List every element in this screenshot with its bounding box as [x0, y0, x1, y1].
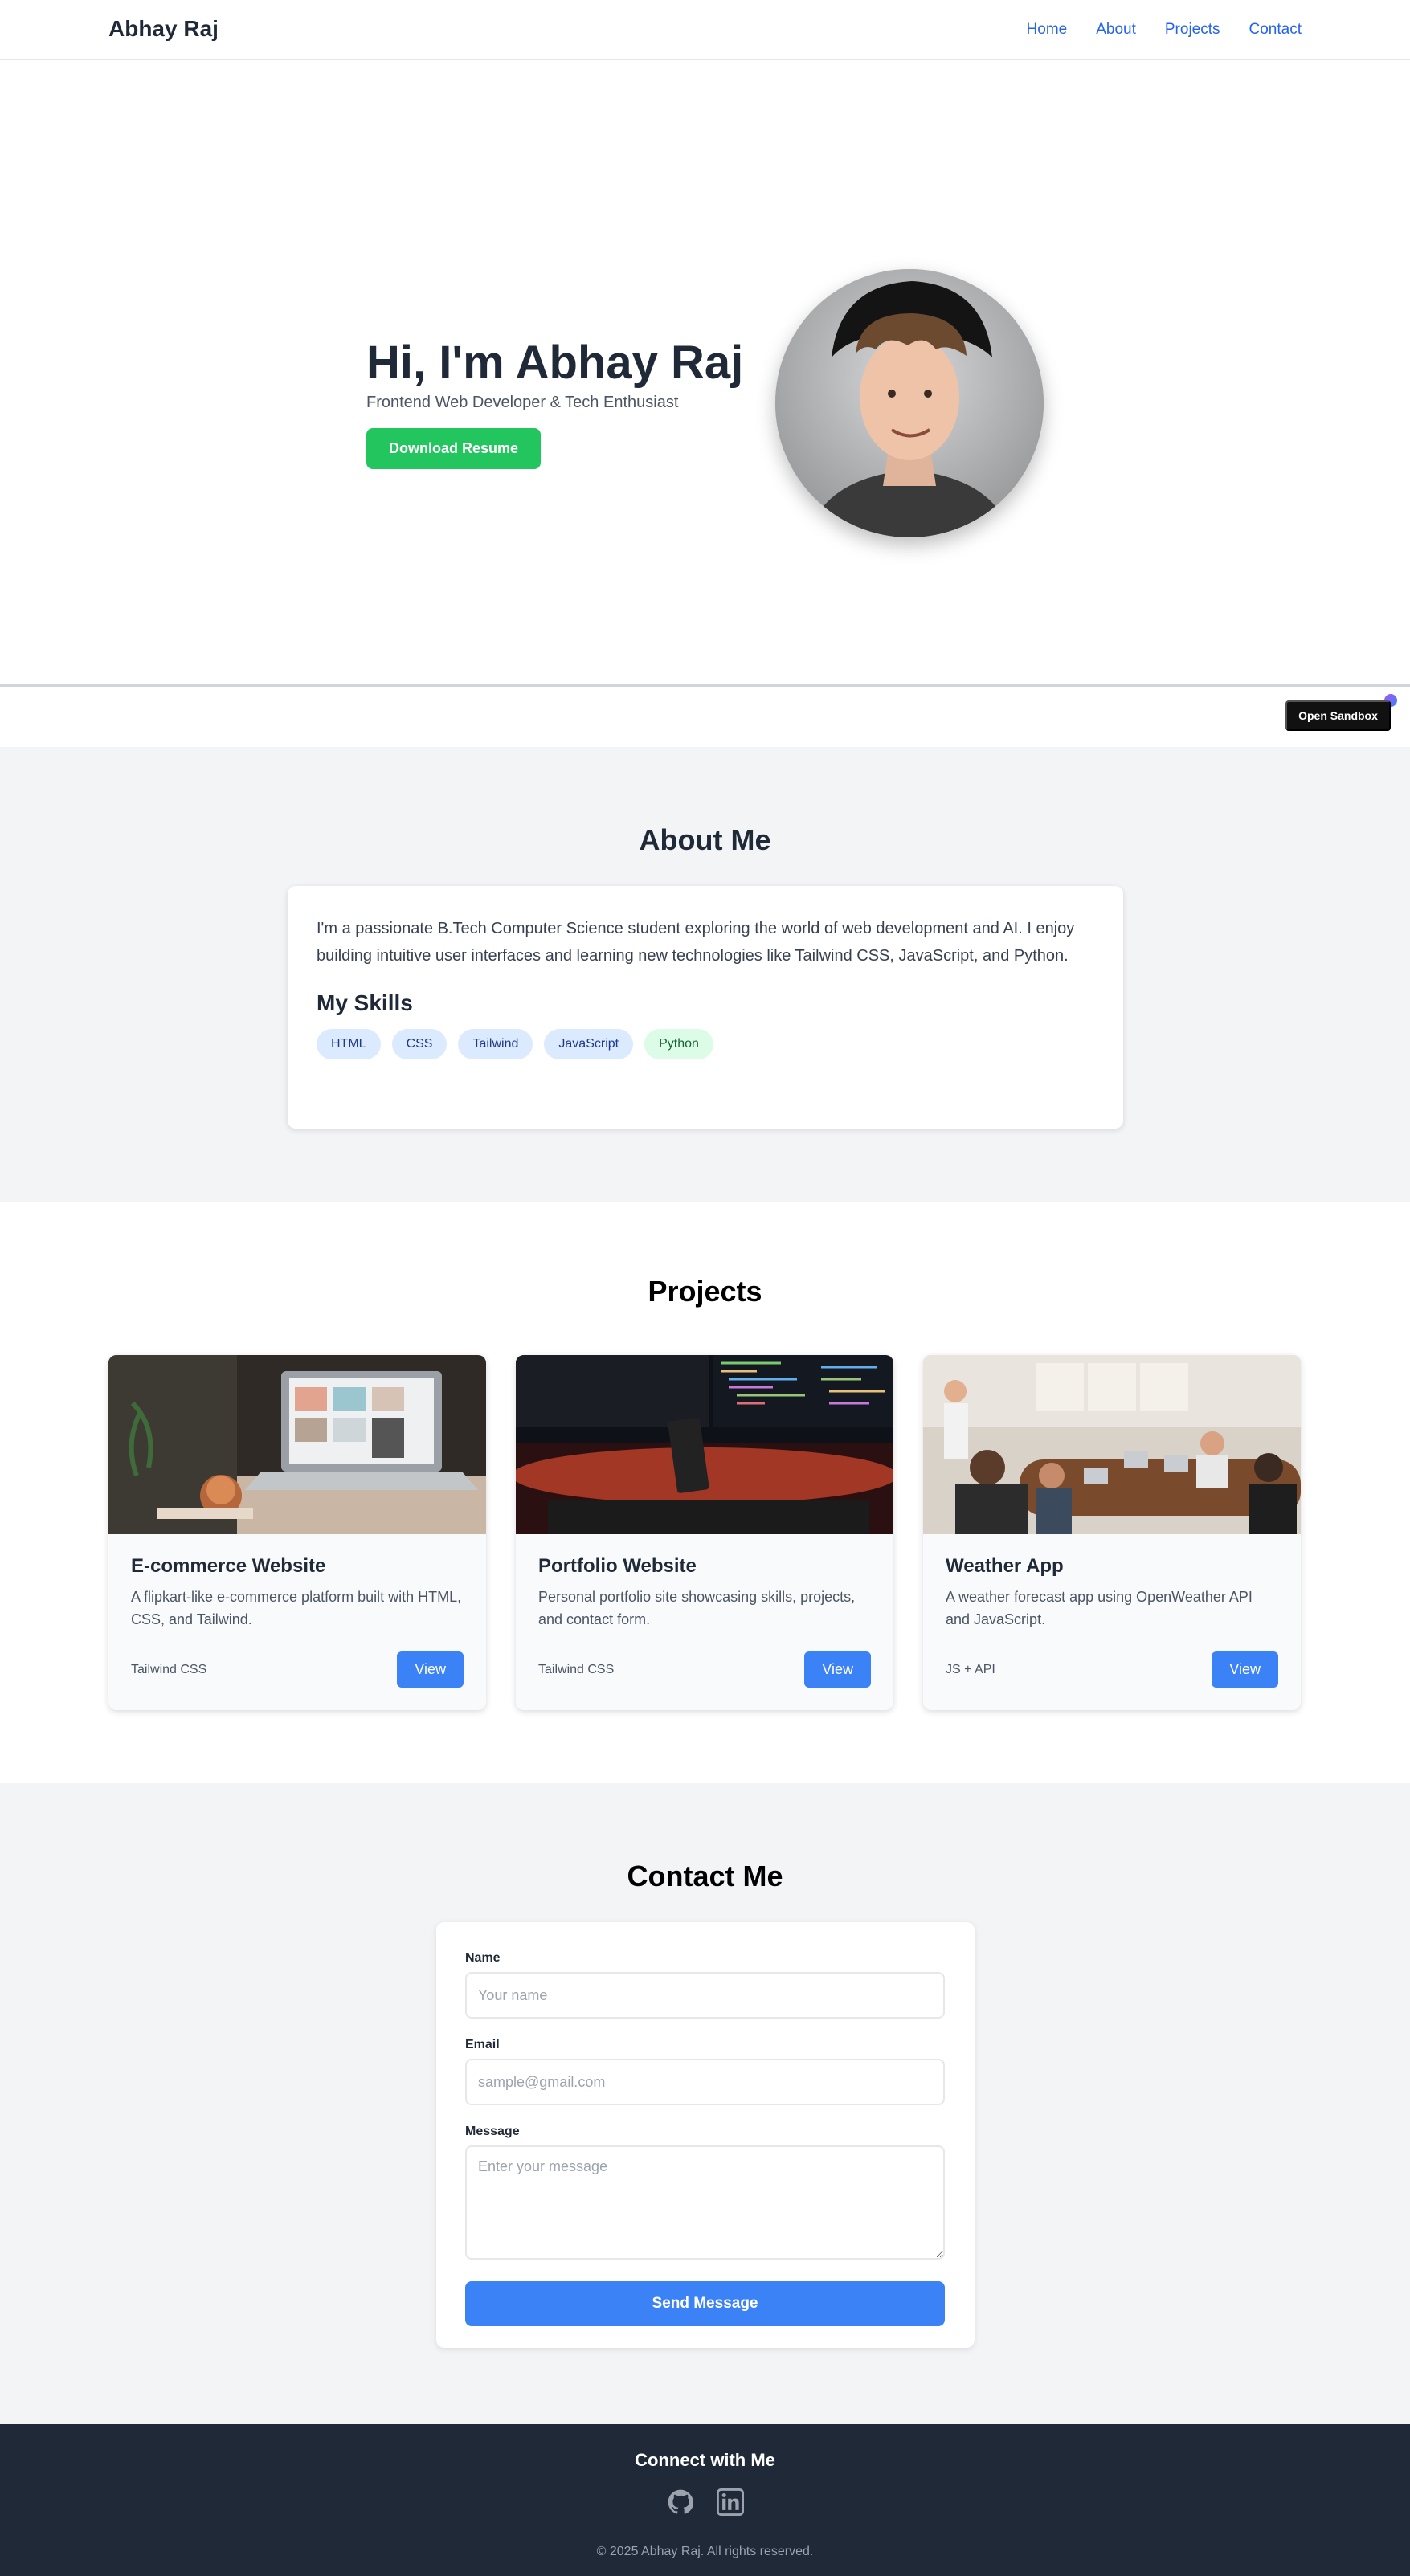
project-cards: E-commerce Website A flipkart-like e-com…	[108, 1355, 1302, 1710]
main-nav: Home About Projects Contact	[1027, 21, 1302, 39]
github-icon[interactable]	[667, 2488, 694, 2516]
profile-avatar	[775, 269, 1044, 537]
message-label: Message	[465, 2125, 520, 2138]
project-description: A flipkart-like e-commerce platform buil…	[131, 1589, 462, 1627]
footer-title: Connect with Me	[635, 2450, 775, 2470]
skill-badge: CSS	[391, 1029, 448, 1059]
name-field[interactable]	[465, 1972, 945, 2019]
message-field[interactable]	[465, 2145, 945, 2260]
project-card-footer: Tailwind CSS View	[538, 1651, 871, 1688]
view-project-button[interactable]: View	[804, 1651, 871, 1688]
skill-badge: HTML	[317, 1029, 381, 1059]
about-card: I'm a passionate B.Tech Computer Science…	[288, 886, 1123, 1129]
project-description: Personal portfolio site showcasing skill…	[538, 1589, 856, 1627]
social-links	[0, 2488, 1410, 2516]
hero-title: Hi, I'm Abhay Raj	[366, 337, 744, 389]
project-image-workstation	[516, 1355, 893, 1534]
email-field[interactable]	[465, 2059, 945, 2105]
view-project-button[interactable]: View	[397, 1651, 464, 1688]
project-title: Portfolio Website	[538, 1555, 697, 1577]
site-header: Abhay Raj Home About Projects Contact	[0, 0, 1410, 60]
copyright-text: © 2025 Abhay Raj. All rights reserved.	[596, 2545, 814, 2558]
projects-title: Projects	[648, 1275, 762, 1308]
site-logo[interactable]: Abhay Raj	[108, 16, 219, 42]
nav-projects-link[interactable]: Projects	[1165, 21, 1220, 39]
project-tag: JS + API	[946, 1662, 995, 1676]
hero-subtitle: Frontend Web Developer & Tech Enthusiast	[366, 393, 679, 411]
project-card-body: Weather App A weather forecast app using…	[923, 1534, 1301, 1651]
project-card-footer: JS + API View	[946, 1651, 1278, 1688]
nav-about-link[interactable]: About	[1096, 21, 1136, 39]
project-card: Weather App A weather forecast app using…	[923, 1355, 1301, 1710]
projects-section: Projects E-commerce Website A flipkart-l…	[0, 1202, 1410, 1783]
open-sandbox-button[interactable]: Open Sandbox	[1285, 700, 1391, 731]
contact-form: Name Email Message Send Message	[436, 1922, 975, 2348]
skill-badge: JavaScript	[544, 1029, 634, 1059]
download-resume-button[interactable]: Download Resume	[366, 427, 542, 469]
project-card-body: E-commerce Website A flipkart-like e-com…	[108, 1534, 486, 1651]
view-project-button[interactable]: View	[1212, 1651, 1278, 1688]
name-label: Name	[465, 1951, 501, 1965]
project-image-laptop	[108, 1355, 486, 1534]
linkedin-icon[interactable]	[716, 2488, 744, 2516]
contact-title: Contact Me	[627, 1860, 783, 1892]
project-tag: Tailwind CSS	[538, 1662, 615, 1676]
skill-badge: Tailwind	[458, 1029, 533, 1059]
project-card-body: Portfolio Website Personal portfolio sit…	[516, 1534, 893, 1651]
about-title: About Me	[639, 823, 771, 856]
hero-section: Hi, I'm Abhay Raj Frontend Web Developer…	[0, 60, 1410, 731]
send-message-button[interactable]: Send Message	[465, 2281, 945, 2326]
project-description: A weather forecast app using OpenWeather…	[946, 1589, 1253, 1627]
contact-section: Contact Me Name Email Message Send Messa…	[0, 1783, 1410, 2424]
about-text: I'm a passionate B.Tech Computer Science…	[317, 920, 1075, 965]
project-card: Portfolio Website Personal portfolio sit…	[516, 1355, 893, 1710]
site-footer: Connect with Me © 2025 Abhay Raj. All ri…	[0, 2424, 1410, 2576]
project-title: Weather App	[946, 1555, 1064, 1577]
project-card: E-commerce Website A flipkart-like e-com…	[108, 1355, 486, 1710]
project-tag: Tailwind CSS	[131, 1662, 207, 1676]
project-title: E-commerce Website	[131, 1555, 326, 1577]
email-label: Email	[465, 2038, 500, 2051]
nav-contact-link[interactable]: Contact	[1249, 21, 1302, 39]
project-card-footer: Tailwind CSS View	[131, 1651, 464, 1688]
skills-list: HTML CSS Tailwind JavaScript Python	[317, 1029, 1094, 1059]
project-image-meeting	[923, 1355, 1301, 1534]
profile-photo	[775, 269, 1044, 537]
hero-text: Hi, I'm Abhay Raj Frontend Web Developer…	[366, 337, 768, 469]
skill-badge: Python	[644, 1029, 713, 1059]
skills-title: My Skills	[317, 990, 413, 1015]
about-section: About Me I'm a passionate B.Tech Compute…	[0, 747, 1410, 1202]
nav-home-link[interactable]: Home	[1027, 21, 1068, 39]
